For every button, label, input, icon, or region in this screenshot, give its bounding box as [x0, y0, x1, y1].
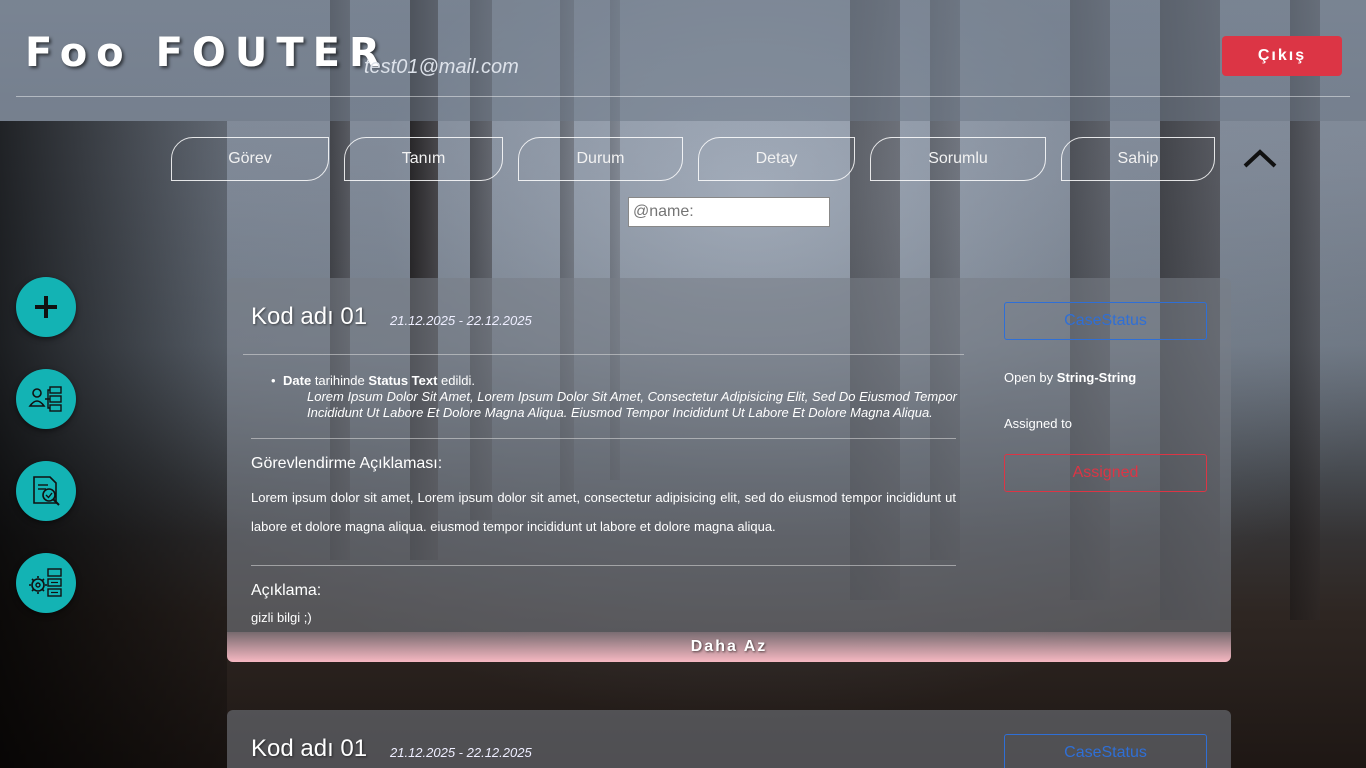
description-title: Açıklama:: [251, 582, 322, 599]
tab-sahip[interactable]: Sahip: [1061, 137, 1215, 181]
tab-sorumlu[interactable]: Sorumlu: [870, 137, 1046, 181]
history-text-2: edildi.: [441, 373, 476, 388]
description-text: gizli bilgi ;): [251, 610, 312, 625]
bullet-dot: •: [271, 373, 276, 388]
tab-durum[interactable]: Durum: [518, 137, 683, 181]
open-by-name: String-String: [1056, 370, 1137, 385]
history-detail: Lorem Ipsum Dolor Sit Amet, Lorem Ipsum …: [307, 389, 957, 420]
tab-gorev[interactable]: Görev: [171, 137, 329, 181]
settings-list-button[interactable]: [16, 553, 76, 613]
user-hierarchy-button[interactable]: [16, 369, 76, 429]
history-text-1: tarihinde: [314, 373, 365, 388]
case-card: Kod adı 01 21.12.2025 - 22.12.2025 CaseS…: [227, 710, 1231, 768]
user-email: test01@mail.com: [364, 56, 519, 78]
assigned-button[interactable]: Assigned: [1004, 454, 1207, 492]
tab-tanim[interactable]: Tanım: [344, 137, 503, 181]
header-divider: [16, 96, 1350, 97]
card-title: Kod adı 01: [251, 303, 368, 330]
show-less-button[interactable]: Daha Az: [227, 632, 1231, 662]
plus-icon: [35, 296, 57, 318]
app-logo: Foo FOUTER: [25, 30, 389, 76]
open-by-prefix: Open by: [1004, 370, 1054, 385]
history-date: Date: [283, 373, 312, 388]
case-status-button[interactable]: CaseStatus: [1004, 302, 1207, 340]
left-shade: [0, 121, 227, 768]
assignment-text: Lorem ipsum dolor sit amet, Lorem ipsum …: [251, 490, 956, 534]
chevron-up-icon[interactable]: [1243, 146, 1277, 170]
document-search-button[interactable]: [16, 461, 76, 521]
document-search-icon: [33, 476, 60, 506]
name-search-input[interactable]: [628, 197, 830, 227]
case-card: Kod adı 01 21.12.2025 - 22.12.2025 CaseS…: [227, 278, 1231, 662]
card-title: Kod adı 01: [251, 735, 368, 762]
open-by-label: Open by String-String: [1004, 370, 1136, 385]
card-divider: [243, 354, 964, 355]
section-divider: [251, 438, 956, 439]
user-hierarchy-icon: [28, 386, 62, 412]
assignment-title: Görevlendirme Açıklaması:: [251, 455, 443, 472]
tab-detay[interactable]: Detay: [698, 137, 855, 181]
card-dates: 21.12.2025 - 22.12.2025: [390, 745, 532, 760]
logout-button[interactable]: Çıkış: [1222, 36, 1342, 76]
card-dates: 21.12.2025 - 22.12.2025: [390, 313, 532, 328]
history-status: Status Text: [368, 373, 438, 388]
case-status-button[interactable]: CaseStatus: [1004, 734, 1207, 768]
assigned-to-label: Assigned to: [1004, 416, 1072, 431]
history-line: Date tarihinde Status Text edildi.: [283, 373, 475, 389]
header-bar: Foo FOUTER test01@mail.com Çıkış: [0, 0, 1366, 121]
add-button[interactable]: [16, 277, 76, 337]
section-divider: [251, 565, 956, 566]
gear-list-icon: [29, 568, 62, 597]
